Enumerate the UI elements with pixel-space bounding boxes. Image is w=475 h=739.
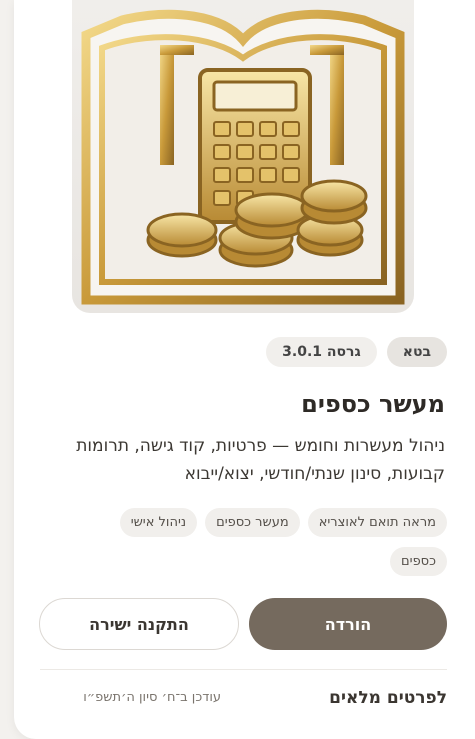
direct-install-button[interactable]: התקנה ישירה bbox=[39, 598, 239, 650]
tag-chip[interactable]: מעשר כספים bbox=[205, 508, 300, 537]
beta-badge: בטא bbox=[386, 337, 447, 367]
full-details-link[interactable]: לפרטים מלאים bbox=[329, 688, 447, 708]
tag-chip[interactable]: ניהול אישי bbox=[119, 508, 198, 537]
updated-date: עודכן ב־ח׳ סיון ה׳תשפ״ו bbox=[83, 690, 221, 705]
app-card: בטא גרסה 3.0.1 מעשר כספים ניהול מעשרות ו… bbox=[14, 0, 475, 739]
tag-chip[interactable]: מראה תואם לאוצריא bbox=[307, 508, 447, 537]
badge-row: בטא גרסה 3.0.1 bbox=[266, 337, 447, 367]
app-hero-image bbox=[72, 0, 414, 313]
version-badge: גרסה 3.0.1 bbox=[266, 337, 377, 367]
tag-chip[interactable]: כספים bbox=[390, 547, 447, 576]
download-button[interactable]: הורדה bbox=[249, 598, 447, 650]
tag-list: מראה תואם לאוצריא מעשר כספים ניהול אישי … bbox=[67, 508, 447, 576]
app-title: מעשר כספים bbox=[301, 390, 445, 418]
divider bbox=[40, 669, 447, 670]
app-description: ניהול מעשרות וחומש — פרטיות, קוד גישה, ת… bbox=[76, 436, 445, 484]
gold-book-calculator-coins-icon bbox=[81, 9, 405, 305]
